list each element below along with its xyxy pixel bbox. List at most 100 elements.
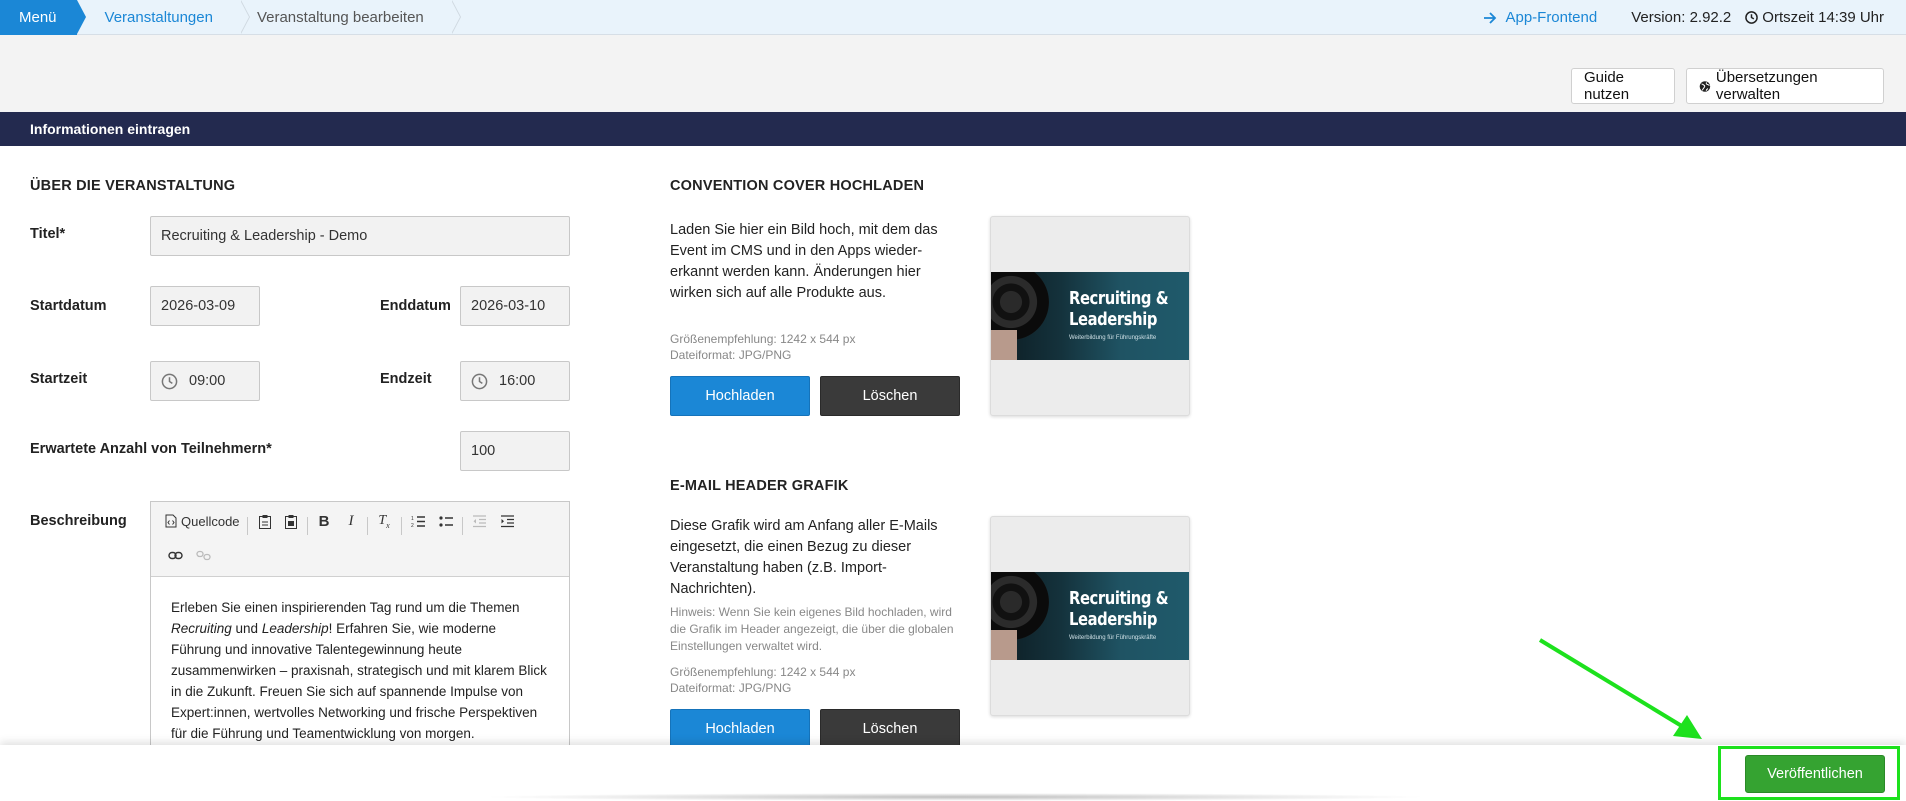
italic-button[interactable]: I [341, 509, 361, 533]
local-time-label: Ortszeit 14:39 Uhr [1762, 9, 1884, 26]
email-header-description: Diese Grafik wird am Anfang aller E-Mail… [670, 518, 938, 597]
title-value: Recruiting & Leadership - Demo [161, 228, 368, 244]
outdent-icon [472, 514, 486, 527]
manage-translations-button[interactable]: Übersetzungen verwalten [1686, 68, 1884, 104]
breadcrumb-events-label: Veranstaltungen [104, 8, 213, 26]
cover-section-heading: CONVENTION COVER HOCHLADEN [670, 178, 925, 194]
start-time-value: 09:00 [189, 373, 226, 389]
email-header-upload-button[interactable]: Hochladen [670, 709, 810, 749]
version-text: Version: 2.92.2 [1631, 9, 1732, 26]
description-text: Erleben Sie einen inspirierenden Tag run… [171, 600, 520, 615]
email-header-size-hint: Größenempfehlung: 1242 x 544 px [670, 665, 856, 679]
description-emphasis: Leadership [261, 621, 329, 636]
link-button[interactable] [165, 543, 185, 567]
description-text: und [231, 621, 262, 636]
email-header-delete-button[interactable]: Löschen [820, 709, 960, 749]
start-time-input[interactable]: 09:00 [150, 361, 260, 401]
attendees-label: Erwartete Anzahl von Teilnehmern* [30, 441, 272, 457]
globe-icon [1699, 80, 1711, 92]
scroll-shadow [480, 793, 1430, 801]
end-date-label: Enddatum [380, 298, 451, 314]
publish-button[interactable]: Veröffentlichen [1745, 755, 1885, 793]
breadcrumb-edit-event: Veranstaltung bearbeiten [233, 0, 461, 35]
numbered-list-button[interactable]: 12 [408, 509, 428, 533]
cover-format-hint: Dateiformat: JPG/PNG [670, 348, 792, 362]
description-text: ! Erfahren Sie, wie moderne Führung und … [171, 621, 547, 741]
cover-image: Recruiting & Leadership Weiterbildung fü… [991, 272, 1189, 360]
end-time-label: Endzeit [380, 371, 432, 387]
remove-format-icon: Tx [378, 512, 390, 530]
action-strip: Guide nutzen Übersetzungen verwalten [0, 35, 1906, 112]
cover-delete-button[interactable]: Löschen [820, 376, 960, 416]
breadcrumb-events[interactable]: Veranstaltungen [77, 0, 250, 35]
event-section-heading: ÜBER DIE VERANSTALTUNG [30, 178, 236, 194]
paste-word-button[interactable] [281, 509, 301, 533]
clock-icon [161, 373, 178, 389]
source-code-button[interactable]: Quellcode [165, 509, 240, 533]
top-bar: Menü Veranstaltungen Veranstaltung bearb… [0, 0, 1906, 35]
section-header: Informationen eintragen [0, 112, 1906, 146]
toolbar-divider [367, 517, 368, 535]
bold-icon: B [318, 512, 330, 530]
svg-text:2: 2 [411, 523, 414, 528]
manage-translations-label: Übersetzungen verwalten [1715, 69, 1818, 103]
email-header-heading: E-MAIL HEADER GRAFIK [670, 478, 849, 494]
link-icon [167, 551, 183, 559]
start-date-input[interactable]: 2026-03-09 [150, 286, 260, 326]
editor-toolbar: Quellcode B I Tx 12 [151, 502, 569, 577]
email-header-image-title: Recruiting & Leadership [1069, 588, 1169, 630]
email-header-format-hint: Dateiformat: JPG/PNG [670, 681, 792, 695]
toolbar-divider [462, 517, 463, 535]
start-date-value: 2026-03-09 [161, 298, 236, 314]
unlink-button[interactable] [193, 543, 213, 567]
email-header-image: Recruiting & Leadership Weiterbildung fü… [991, 572, 1189, 660]
numbered-list-icon: 12 [411, 516, 425, 528]
email-header-notice: Hinweis: Wenn Sie kein eigenes Bild hoch… [670, 605, 954, 653]
clock-icon [1745, 11, 1759, 24]
title-input[interactable]: Recruiting & Leadership - Demo [150, 216, 570, 256]
indent-button[interactable] [497, 509, 517, 533]
source-code-label: Quellcode [181, 513, 240, 529]
paste-text-icon [259, 514, 271, 529]
annotation-arrow-icon [1538, 638, 1702, 739]
toolbar-divider [307, 517, 308, 535]
local-time: Ortszeit 14:39 Uhr [1745, 9, 1884, 26]
menu-button[interactable]: Menü [0, 0, 86, 35]
end-time-value: 16:00 [499, 373, 536, 389]
start-time-label: Startzeit [30, 371, 88, 387]
paste-word-icon [285, 514, 297, 529]
remove-format-button[interactable]: Tx [373, 509, 395, 533]
cover-description: Laden Sie hier ein Bild hoch, mit dem da… [670, 222, 938, 301]
cover-image-subtitle: Weiterbildung für Führungskräfte [1069, 335, 1157, 341]
title-label: Titel* [30, 226, 66, 242]
paste-text-button[interactable] [255, 509, 275, 533]
cover-upload-button[interactable]: Hochladen [670, 376, 810, 416]
attendees-value: 100 [471, 443, 496, 459]
source-code-icon [165, 514, 177, 528]
email-header-image-subtitle: Weiterbildung für Führungskräfte [1069, 635, 1157, 641]
cover-image-preview[interactable]: Recruiting & Leadership Weiterbildung fü… [990, 216, 1190, 416]
editor-content[interactable]: Erleben Sie einen inspirierenden Tag run… [151, 577, 569, 764]
email-header-image-preview[interactable]: Recruiting & Leadership Weiterbildung fü… [990, 516, 1190, 716]
italic-icon: I [348, 512, 354, 529]
breadcrumb-edit-label: Veranstaltung bearbeiten [256, 8, 424, 26]
end-date-value: 2026-03-10 [471, 298, 546, 314]
bold-button[interactable]: B [314, 509, 334, 533]
svg-text:1: 1 [411, 516, 414, 522]
hand-graphic [991, 330, 1017, 360]
outdent-button[interactable] [469, 509, 489, 533]
end-time-input[interactable]: 16:00 [460, 361, 570, 401]
guide-button[interactable]: Guide nutzen [1571, 68, 1675, 104]
attendees-input[interactable]: 100 [460, 431, 570, 471]
description-label: Beschreibung [30, 513, 127, 529]
bullet-list-button[interactable] [436, 509, 456, 533]
toolbar-divider [247, 517, 248, 535]
app-frontend-label: App-Frontend [1505, 9, 1598, 26]
indent-icon [500, 514, 514, 527]
unlink-icon [195, 550, 211, 560]
end-date-input[interactable]: 2026-03-10 [460, 286, 570, 326]
arrow-right-icon [1484, 11, 1497, 24]
description-emphasis: Recruiting [171, 621, 232, 636]
bullet-list-icon [438, 515, 453, 527]
app-frontend-link[interactable]: App-Frontend [1483, 9, 1597, 26]
